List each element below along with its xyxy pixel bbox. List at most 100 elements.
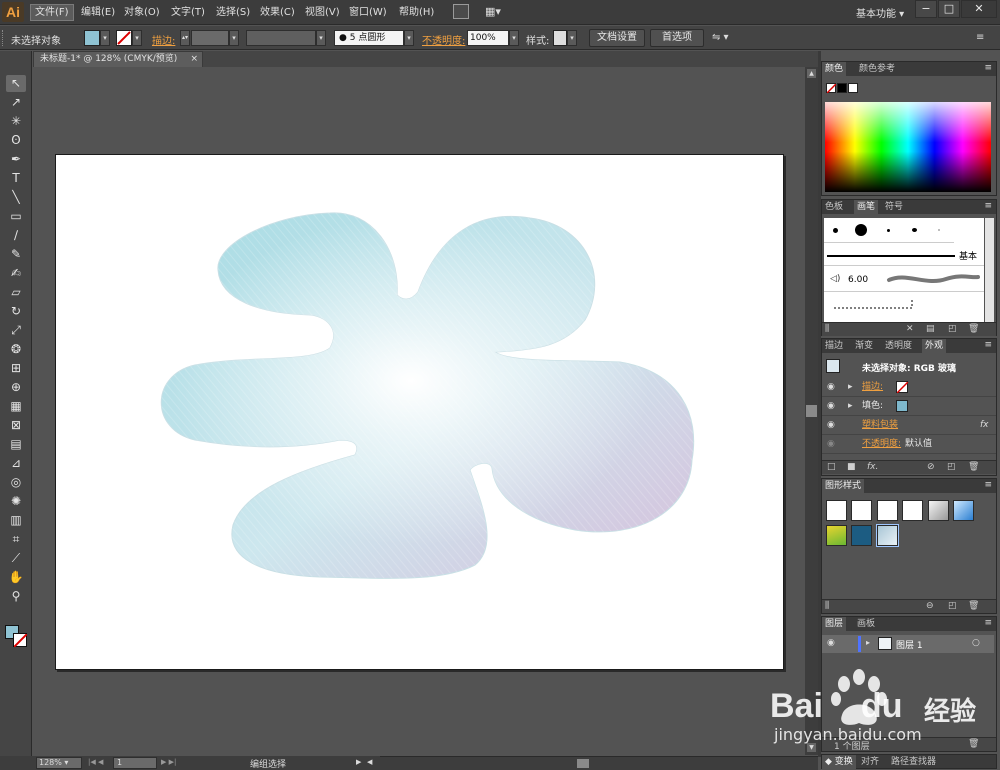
brush-dot-tiny[interactable] — [887, 229, 890, 232]
appearance-thumbnail — [826, 359, 840, 373]
add-fill-icon[interactable]: ■ — [847, 462, 856, 472]
tab-color[interactable]: 颜色 — [822, 62, 847, 76]
tab-transparency[interactable]: 透明度 — [882, 339, 915, 353]
new-graphic-style-icon[interactable]: ◰ — [948, 601, 957, 611]
visibility-eye-icon[interactable]: ◉ — [827, 378, 835, 397]
clear-appearance-icon[interactable]: ⊘ — [927, 462, 935, 472]
layer-expand-icon[interactable]: ▸ — [866, 638, 870, 647]
tab-brushes[interactable]: 画笔 — [854, 200, 879, 214]
graphic-style-default[interactable] — [826, 500, 847, 521]
brush-list[interactable]: 基本 ◁) 6.00 — [824, 218, 984, 322]
delete-graphic-style-icon[interactable]: 🗑 — [968, 601, 979, 611]
graphic-style-libraries-icon[interactable]: ⫼ — [825, 601, 829, 611]
tab-stroke[interactable]: 描边 — [822, 339, 846, 353]
expand-arrow-icon[interactable]: ▸ — [848, 378, 853, 397]
brush-list-scrollbar[interactable] — [985, 218, 994, 322]
calligraphic-brush-row[interactable] — [824, 218, 954, 243]
brush-libraries-icon[interactable]: ⫼ — [825, 324, 829, 334]
fx-icon[interactable]: fx — [980, 416, 989, 435]
graphic-style-no-stroke[interactable] — [851, 500, 872, 521]
color-spectrum[interactable] — [825, 102, 991, 192]
fill-row-swatch[interactable] — [896, 400, 908, 412]
black-swatch[interactable] — [837, 83, 847, 93]
tab-pathfinder[interactable]: 路径查找器 — [888, 755, 939, 769]
pattern-brush-preview[interactable] — [832, 294, 922, 314]
status-bar: 128% ▾ |◀ ◀ 1 ▶ ▶| 编组选择 ▶ ◀ — [0, 756, 380, 770]
delete-item-icon[interactable]: 🗑 — [968, 462, 979, 472]
page-field[interactable]: 1 — [113, 757, 157, 769]
tab-gradient[interactable]: 渐变 — [852, 339, 876, 353]
new-brush-icon[interactable]: ◰ — [948, 324, 957, 334]
tab-color-guide[interactable]: 颜色参考 — [856, 62, 898, 76]
none-swatch[interactable] — [826, 83, 837, 94]
graphic-style-blue-leaf[interactable] — [851, 525, 872, 546]
next-page-icon[interactable]: ▶ ▶| — [161, 758, 176, 766]
graphic-style-border[interactable] — [902, 500, 923, 521]
appearance-row-opacity[interactable]: ◉ 不透明度: 默认值 — [822, 435, 996, 454]
layer-name[interactable]: 图层 1 — [896, 638, 923, 651]
color-panel-menu-icon[interactable]: ≡ — [984, 63, 992, 73]
layer-visibility-icon[interactable]: ◉ — [827, 638, 835, 648]
brush-dot-oval[interactable] — [912, 228, 917, 232]
tab-align[interactable]: 对齐 — [858, 755, 882, 769]
opacity-row-value: 默认值 — [905, 439, 933, 449]
appearance-row-effect[interactable]: ◉ 塑料包装 fx — [822, 416, 996, 435]
stroke-row-swatch[interactable] — [896, 381, 909, 394]
stroke-row-label[interactable]: 描边: — [862, 378, 883, 397]
tab-symbols[interactable]: 符号 — [882, 200, 906, 214]
tab-graphic-styles[interactable]: 图形样式 — [822, 479, 865, 493]
tab-transform[interactable]: ◆ 变换 — [822, 755, 856, 769]
delete-brush-icon[interactable]: 🗑 — [968, 324, 979, 334]
add-effect-icon[interactable]: fx. — [867, 462, 878, 472]
white-swatch[interactable] — [848, 83, 858, 93]
expand-arrow-icon[interactable]: ▸ — [848, 397, 853, 416]
break-link-icon[interactable]: ⊖ — [926, 601, 934, 611]
tab-layers[interactable]: 图层 — [822, 617, 847, 631]
graphic-style-blue-glow[interactable] — [953, 500, 974, 521]
tab-swatches[interactable]: 色板 — [822, 200, 846, 214]
basic-brush-stroke[interactable] — [827, 255, 955, 257]
delete-layer-icon[interactable]: 🗑 — [968, 739, 979, 749]
graphic-style-yellow-green[interactable] — [826, 525, 847, 546]
zoom-field[interactable]: 128% ▾ — [36, 757, 82, 769]
opacity-row-label[interactable]: 不透明度: — [862, 435, 901, 454]
layer-thumbnail — [878, 637, 892, 650]
effect-row-label[interactable]: 塑料包装 — [862, 416, 898, 435]
brush-dot-faint[interactable] — [938, 229, 940, 231]
appearance-row-stroke[interactable]: ◉ ▸ 描边: — [822, 378, 996, 397]
layer-target-icon[interactable]: ○ — [972, 638, 980, 648]
brush-dot-small[interactable] — [833, 228, 838, 233]
vertical-scroll-thumb[interactable] — [806, 405, 817, 417]
scroll-left-icon[interactable]: ◀ — [367, 758, 372, 766]
horizontal-scroll-thumb[interactable] — [577, 759, 589, 768]
graphic-style-glass-selected[interactable] — [876, 524, 899, 547]
art-brush-preview[interactable] — [886, 270, 981, 290]
remove-brush-stroke-icon[interactable]: ✕ — [906, 324, 914, 334]
visibility-eye-icon[interactable]: ◉ — [827, 416, 835, 435]
scroll-up-icon[interactable]: ▲ — [807, 69, 816, 78]
graphic-styles-menu-icon[interactable]: ≡ — [984, 480, 992, 490]
graphic-style-bevel[interactable] — [928, 500, 949, 521]
status-menu-icon[interactable]: ▶ — [356, 758, 361, 766]
zoom-value: 128% — [39, 758, 62, 767]
glass-flower-shape[interactable] — [160, 212, 695, 579]
duplicate-item-icon[interactable]: ◰ — [947, 462, 956, 472]
tab-artboards[interactable]: 画板 — [854, 617, 878, 631]
brushes-panel-menu-icon[interactable]: ≡ — [984, 201, 992, 211]
graphic-styles-footer: ⫼ ⊖ ◰ 🗑 — [822, 599, 996, 613]
visibility-eye-icon[interactable]: ◉ — [827, 397, 835, 416]
first-page-icon[interactable]: |◀ ◀ — [88, 758, 103, 766]
tab-appearance[interactable]: 外观 — [922, 339, 947, 353]
scroll-down-icon[interactable]: ▼ — [807, 743, 816, 752]
brush-size-label: 6.00 — [848, 275, 869, 285]
appearance-panel-menu-icon[interactable]: ≡ — [984, 340, 992, 350]
add-stroke-icon[interactable]: □ — [827, 462, 836, 472]
layer-row[interactable]: ◉ ▸ 图层 1 ○ — [822, 635, 994, 653]
layers-panel-menu-icon[interactable]: ≡ — [984, 618, 992, 628]
brush-options-icon[interactable]: ▤ — [926, 324, 935, 334]
visibility-eye-icon[interactable]: ◉ — [827, 435, 835, 454]
graphic-style-white[interactable] — [877, 500, 898, 521]
brush-dot-large[interactable] — [855, 224, 867, 236]
appearance-row-fill[interactable]: ◉ ▸ 填色: — [822, 397, 996, 416]
vertical-scrollbar[interactable]: ▲ ▼ — [805, 67, 818, 755]
